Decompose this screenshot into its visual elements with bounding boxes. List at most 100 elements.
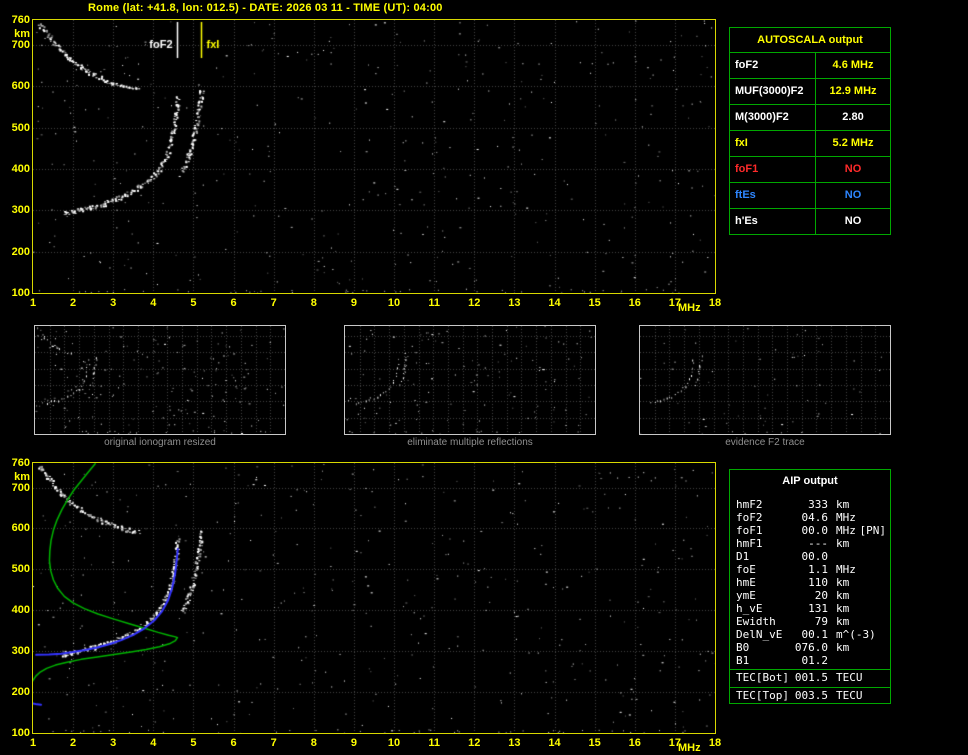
aip-row-unit: MHz (836, 524, 856, 537)
x-axis-unit: MHz (678, 302, 701, 314)
aip-row-unit: TECU (836, 689, 863, 702)
aip-row: TEC[Top] 003.5 TECU (730, 687, 890, 703)
main-ionogram-panel (32, 19, 716, 294)
autoscala-output-table: AUTOSCALA output foF2 4.6 MHz MUF(3000)F2 1… (729, 27, 891, 235)
aip-row-value: 01.2 (801, 654, 829, 667)
aip-row: B0 076.0 km (730, 641, 890, 654)
aip-row-unit: km (836, 615, 850, 628)
aip-row-name: ymE (736, 589, 756, 602)
y-axis-tick: 700 (11, 481, 30, 494)
y-axis-tick: 760 (11, 14, 30, 26)
aip-row: foE 1.1 MHz (730, 563, 890, 576)
autoscala-row-label: fxI (730, 131, 816, 156)
autoscala-row: h'Es NO (730, 209, 890, 234)
aip-row: Ewidth 79 km (730, 615, 890, 628)
x-axis-tick: 4 (150, 297, 157, 309)
y-axis-tick: 700 (11, 38, 30, 51)
autoscala-row-value: NO (844, 215, 862, 227)
autoscala-row-label: ftEs (730, 183, 816, 208)
thumb-filtered-panel (344, 325, 596, 435)
y-axis-tick: 400 (11, 162, 30, 175)
x-axis-tick: 5 (190, 737, 197, 749)
autoscala-table-title: AUTOSCALA output (730, 28, 890, 53)
aip-row-name: B1 (736, 654, 750, 667)
aip-row-value: 20 (814, 589, 828, 602)
autoscala-row: M(3000)F2 2.80 (730, 105, 890, 131)
aip-row: TEC[Bot] 001.5 TECU (730, 669, 890, 685)
x-axis-tick: 16 (628, 737, 641, 749)
thumb-original-caption: original ionogram resized (104, 437, 216, 448)
autoscala-row-label: foF1 (730, 157, 816, 182)
x-axis-tick: 10 (387, 737, 401, 749)
aip-row: hmE 110 km (730, 576, 890, 589)
x-axis-tick: 2 (70, 297, 77, 309)
x-axis-tick: 15 (588, 297, 601, 309)
x-axis-tick: 3 (110, 297, 117, 309)
x-axis-tick: 2 (70, 737, 77, 749)
aip-row: D1 00.0 (730, 550, 890, 563)
x-axis-tick: 16 (628, 297, 641, 309)
aip-table-title: AIP output (782, 475, 838, 487)
aip-row: hmF1 --- km (730, 537, 890, 550)
y-axis-tick: 300 (11, 645, 30, 658)
autoscala-row: MUF(3000)F2 12.9 MHz (730, 79, 890, 105)
autoscala-row-value: NO (844, 163, 862, 175)
aip-row-name: D1 (736, 550, 750, 563)
aip-row: DelN_vE 00.1 m^(-3) (730, 628, 890, 641)
x-axis-tick: 14 (548, 297, 561, 309)
aip-row-unit: km (836, 537, 850, 550)
autoscala-row-label: MUF(3000)F2 (730, 79, 816, 104)
autoscala-row: fxI 5.2 MHz (730, 131, 890, 157)
x-axis-tick: 8 (310, 737, 317, 749)
x-axis-tick: 3 (110, 737, 117, 749)
aip-row-name: foF1 (736, 524, 763, 537)
x-axis-unit: MHz (678, 742, 701, 754)
restored-ionogram-panel (32, 462, 716, 734)
thumb-filtered-caption: eliminate multiple reflections (407, 437, 533, 448)
aip-row: hmF2 333 km (730, 498, 890, 511)
x-axis-tick: 12 (468, 297, 481, 309)
x-axis-tick: 13 (508, 297, 521, 309)
x-axis-tick: 6 (230, 737, 237, 749)
y-axis-tick: 500 (11, 563, 30, 576)
autoscala-row-label: h'Es (730, 209, 816, 234)
x-axis-tick: 14 (548, 737, 561, 749)
aip-row: foF1 00.0 MHz [PN] (730, 524, 890, 537)
aip-row-unit: MHz (836, 511, 856, 524)
y-axis-tick: 500 (11, 121, 30, 134)
autoscala-row-value: 5.2 MHz (832, 137, 874, 149)
x-axis-tick: 9 (350, 297, 357, 309)
aip-row-value: --- (808, 537, 828, 550)
autoscala-screen: Rome (lat: +41.8, lon: 012.5) - DATE: 20… (0, 0, 968, 755)
autoscala-row-label: foF2 (730, 53, 816, 78)
x-axis-tick: 13 (508, 737, 521, 749)
aip-row-name: TEC[Top] (736, 689, 789, 702)
aip-row: ymE 20 km (730, 589, 890, 602)
autoscala-row-value: 2.80 (842, 111, 864, 123)
aip-row: foF2 04.6 MHz (730, 511, 890, 524)
aip-row-value: 00.1 (801, 628, 829, 641)
autoscala-row-value: 4.6 MHz (832, 59, 874, 71)
aip-row-name: h_vE (736, 602, 763, 615)
thumb-f2-panel (639, 325, 891, 435)
x-axis-tick: 8 (310, 297, 317, 309)
x-axis-tick: 15 (588, 737, 601, 749)
x-axis-tick: 11 (428, 737, 440, 749)
aip-row-name: foF2 (736, 511, 763, 524)
x-axis-tick: 9 (350, 737, 357, 749)
aip-row-name: TEC[Bot] (736, 671, 789, 684)
aip-row-unit: km (836, 498, 850, 511)
aip-row-value: 04.6 (801, 511, 829, 524)
thumb-original-panel (34, 325, 286, 435)
aip-row-unit: MHz (836, 563, 856, 576)
thumb-f2-canvas (640, 326, 890, 434)
aip-row-value: 076.0 (794, 641, 828, 654)
aip-row-value: 001.5 (794, 671, 828, 684)
y-axis-tick: 600 (11, 80, 30, 93)
aip-row-value: 003.5 (794, 689, 828, 702)
aip-row: h_vE 131 km (730, 602, 890, 615)
aip-row-value: 1.1 (808, 563, 828, 576)
thumb-f2-caption: evidence F2 trace (725, 437, 805, 448)
aip-row-unit: m^(-3) (836, 628, 876, 641)
aip-row-value: 79 (814, 615, 828, 628)
